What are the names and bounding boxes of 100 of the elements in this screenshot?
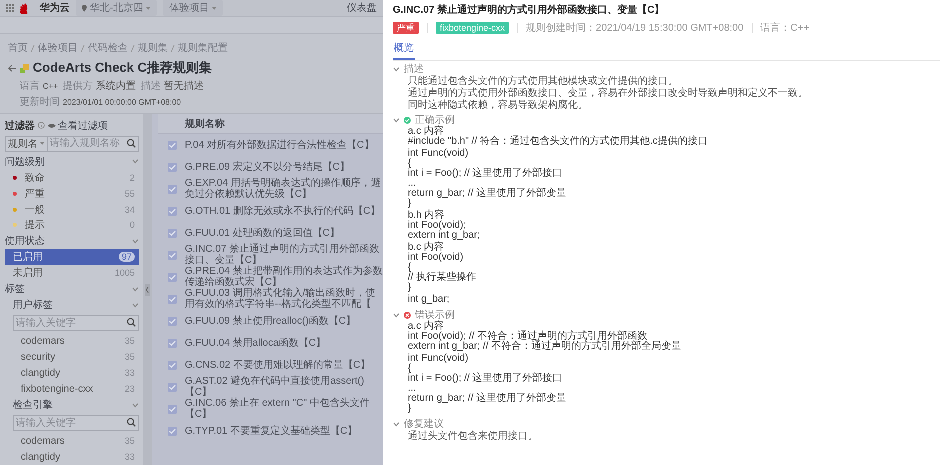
breadcrumb-link[interactable]: 代码检查 bbox=[88, 41, 128, 55]
code-line: #include "b.h" // 符合：通过包含头文件的方式使用其他.c提供的接口 bbox=[408, 137, 709, 147]
checkbox[interactable] bbox=[168, 140, 177, 150]
checkbox[interactable] bbox=[168, 228, 177, 238]
chevron-icon[interactable] bbox=[393, 118, 400, 122]
checkbox[interactable] bbox=[168, 250, 177, 260]
view-filters-link[interactable]: 查看过滤项 bbox=[58, 118, 108, 133]
chevron-icon[interactable] bbox=[132, 238, 139, 244]
filter-item[interactable]: codemars 35 bbox=[13, 433, 139, 450]
filter-item[interactable]: clangtidy 33 bbox=[13, 449, 139, 465]
code-line: int Foo(void); // 不符合：通过声明的方式引用外部函数 bbox=[408, 332, 648, 342]
filter-item[interactable]: 严重 55 bbox=[5, 186, 139, 202]
rule-name: G.FUU.01 处理函数的返回值【C】 bbox=[185, 228, 340, 238]
chevron-icon[interactable] bbox=[132, 159, 139, 164]
checkbox[interactable] bbox=[168, 404, 177, 414]
checkbox[interactable] bbox=[168, 184, 177, 194]
search-icon[interactable] bbox=[127, 418, 136, 428]
checkbox[interactable] bbox=[168, 272, 177, 282]
info-icon bbox=[38, 122, 45, 130]
search-field[interactable]: 请输入规则名称 bbox=[47, 136, 139, 152]
grid-menu-icon[interactable] bbox=[6, 4, 14, 12]
search-field[interactable]: 请输入关键字 bbox=[13, 315, 139, 332]
separator-icon bbox=[171, 44, 175, 52]
checkbox[interactable] bbox=[168, 360, 177, 370]
filter-item[interactable]: clangtidy 33 bbox=[13, 365, 139, 382]
back-arrow-icon[interactable] bbox=[8, 64, 16, 72]
rule-name: G.FUU.03 调用格式化输入/输出函数时，使用有效的格式字符串--格式化类型不匹配【 bbox=[185, 288, 377, 310]
meta-value: 暂无描述 bbox=[164, 80, 204, 93]
code-line: int Func(void) bbox=[408, 149, 470, 159]
filter-item[interactable]: 未启用 1005 bbox=[5, 265, 139, 282]
rule-name: G.CNS.02 不要使用难以理解的常量【C】 bbox=[185, 360, 371, 370]
filter-item[interactable]: 一般 34 bbox=[5, 202, 139, 218]
code-line: b.h 内容 bbox=[408, 211, 445, 221]
chevron-icon[interactable] bbox=[393, 422, 400, 426]
tab[interactable]: 概览 bbox=[393, 39, 415, 60]
filter-item[interactable]: security 35 bbox=[13, 349, 139, 366]
caret-icon bbox=[40, 142, 45, 146]
chevron-icon[interactable] bbox=[132, 402, 139, 408]
filter-item[interactable]: 致命 2 bbox=[5, 170, 139, 186]
chevron-icon[interactable] bbox=[393, 312, 400, 318]
search-field[interactable]: 请输入关键字 bbox=[13, 415, 139, 432]
filter-item[interactable]: fixbotengine-cxx 23 bbox=[13, 381, 139, 398]
filter-item[interactable]: 提示 0 bbox=[5, 218, 139, 234]
checkbox[interactable] bbox=[168, 338, 177, 348]
chevron-icon[interactable] bbox=[132, 302, 139, 308]
chevron-icon[interactable] bbox=[132, 286, 139, 292]
code-line: } bbox=[408, 199, 412, 209]
meta-value: 2023/01/01 00:00:00 GMT+08:00 bbox=[63, 98, 182, 106]
breadcrumb-link[interactable]: 首页 bbox=[8, 41, 28, 55]
paragraph: 通过声明的方式使用外部函数接口、变量，容易在外部接口改变时导致声明和定义不一致。 bbox=[408, 88, 809, 100]
code-line: // 执行某些操作 bbox=[408, 273, 478, 283]
check-circle-icon bbox=[404, 116, 411, 124]
checkbox[interactable] bbox=[168, 316, 177, 326]
checkbox[interactable] bbox=[168, 426, 177, 436]
checkbox[interactable] bbox=[168, 162, 177, 172]
code-line: { bbox=[408, 159, 412, 169]
group-title: 使用状态 bbox=[5, 234, 45, 248]
code-line: { bbox=[408, 364, 412, 374]
meta-value: 系统内置 bbox=[96, 80, 136, 93]
group-title: 问题级别 bbox=[5, 156, 45, 169]
section-title: 描述 bbox=[404, 62, 424, 76]
rule-name: G.INC.06 禁止在 extern "C" 中包含头文件【C】 bbox=[185, 398, 371, 420]
rule-name: G.TYP.01 不要重复定义基础类型【C】 bbox=[185, 426, 358, 436]
checkbox[interactable] bbox=[168, 206, 177, 216]
paragraph: 同时这种隐式依赖，容易导致架构腐化。 bbox=[408, 100, 589, 112]
region-select[interactable]: 华北-北京四 bbox=[76, 0, 158, 16]
ruleset-icon bbox=[20, 64, 29, 72]
filter-item[interactable]: codemars 35 bbox=[13, 333, 139, 350]
meta-label: 提供方 bbox=[63, 80, 94, 93]
filter-title: 过滤器 bbox=[5, 120, 35, 133]
group-title: 标签 bbox=[5, 282, 25, 296]
chevron-icon[interactable] bbox=[393, 66, 400, 72]
code-line: ... bbox=[408, 384, 418, 394]
meta-value: C++ bbox=[43, 82, 58, 90]
breadcrumb-link[interactable]: 规则集配置 bbox=[178, 41, 228, 55]
rule-info: 语言：C++ bbox=[760, 22, 810, 35]
collapse-handle-icon[interactable] bbox=[145, 284, 150, 296]
filter-item[interactable]: 已启用 97 bbox=[5, 249, 139, 266]
ruleset-title: CodeArts Check C推荐规则集 bbox=[33, 59, 212, 77]
code-line: b.c 内容 bbox=[408, 243, 444, 253]
meta-label: 语言 bbox=[20, 80, 40, 93]
code-line: return g_bar; // 这里使用了外部变量 bbox=[408, 189, 568, 199]
search-icon[interactable] bbox=[127, 138, 136, 148]
checkbox[interactable] bbox=[168, 294, 177, 304]
project-select[interactable]: 体验项目 bbox=[163, 0, 224, 16]
field-select[interactable]: 规则名 bbox=[5, 136, 47, 152]
code-line: int Foo(void) bbox=[408, 253, 465, 263]
code-line: int i = Foo(); // 这里使用了外部接口 bbox=[408, 374, 564, 384]
checkbox[interactable] bbox=[168, 382, 177, 392]
breadcrumb-link[interactable]: 规则集 bbox=[138, 41, 168, 55]
section-title: 修复建议 bbox=[404, 418, 444, 430]
meta-label: 描述 bbox=[141, 80, 162, 93]
breadcrumb-link[interactable]: 体验项目 bbox=[38, 41, 78, 55]
rule-name: G.OTH.01 删除无效或永不执行的代码【C】 bbox=[185, 206, 381, 216]
search-icon[interactable] bbox=[127, 318, 136, 328]
caret-icon bbox=[146, 6, 152, 10]
rule-name: G.FUU.09 禁止使用realloc()函数【C】 bbox=[185, 316, 356, 326]
dashboard-link[interactable]: 仪表盘 bbox=[347, 1, 377, 15]
rule-name: G.FUU.04 禁用alloca函数【C】 bbox=[185, 338, 326, 348]
code-line: return g_bar; // 这里使用了外部变量 bbox=[408, 394, 568, 404]
